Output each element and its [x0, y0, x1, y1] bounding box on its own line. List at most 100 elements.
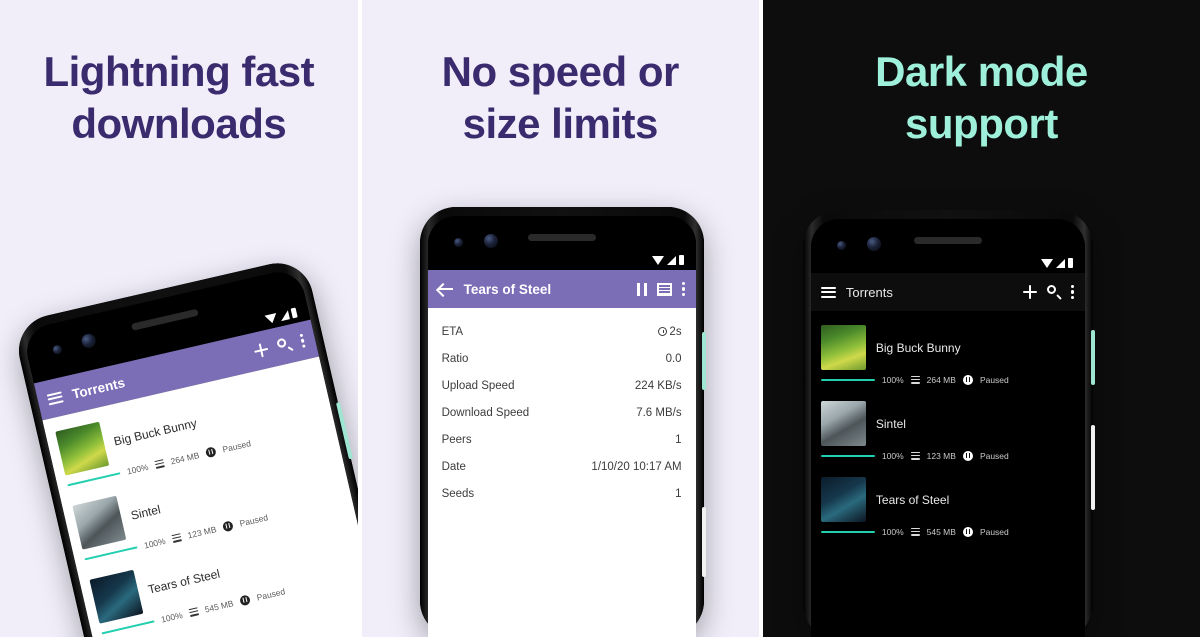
- back-arrow-icon[interactable]: [437, 283, 454, 295]
- panel-lightning-fast-downloads: Lightning fast downloads Torrents Big Bu…: [0, 0, 358, 637]
- battery-icon: [678, 255, 684, 265]
- battery-icon: [1067, 258, 1073, 268]
- power-button[interactable]: [701, 332, 706, 390]
- progress-percent: 100%: [881, 375, 904, 385]
- torrent-meta: 100% 123 MB Paused: [820, 451, 1075, 461]
- progress-bar: [820, 378, 875, 382]
- torrent-meta: 100% 264 MB Paused: [820, 375, 1075, 385]
- progress-bar: [820, 530, 875, 534]
- power-button[interactable]: [1090, 330, 1095, 385]
- cellular-signal-icon: [1055, 259, 1065, 268]
- detail-label: Date: [441, 460, 466, 473]
- progress-percent: 100%: [881, 527, 904, 537]
- search-icon[interactable]: [1046, 285, 1061, 299]
- overflow-menu-icon[interactable]: [681, 281, 686, 297]
- size-icon: [910, 527, 920, 537]
- wifi-icon: [651, 256, 664, 265]
- headline-line-1: No speed or: [441, 48, 680, 95]
- status-bar: [427, 216, 696, 270]
- detail-row-seeds: Seeds 1: [442, 480, 682, 507]
- front-camera-small-icon: [453, 238, 463, 247]
- detail-label: Ratio: [441, 352, 469, 365]
- progress-bar: [101, 620, 155, 635]
- status-badge: Paused: [255, 586, 287, 603]
- phone-screen-dark: Torrents Big Buck Bunny 100% 264 MB Paus…: [810, 219, 1085, 637]
- torrent-thumbnail: [820, 477, 866, 522]
- headline-line-1: Lightning fast: [43, 48, 315, 95]
- size-icon: [910, 375, 920, 385]
- volume-button[interactable]: [1090, 425, 1095, 510]
- hamburger-icon[interactable]: [820, 286, 836, 298]
- plus-icon[interactable]: [1022, 285, 1037, 299]
- list-item[interactable]: Sintel 100% 123 MB Paused: [811, 395, 1085, 471]
- torrent-thumbnail: [72, 495, 127, 550]
- detail-row-upload-speed: Upload Speed 224 KB/s: [442, 372, 682, 399]
- progress-percent: 100%: [125, 461, 150, 477]
- panel-dark-mode-support: Dark mode support Torrents Big Buck Bunn…: [762, 0, 1200, 637]
- progress-bar: [84, 546, 138, 561]
- torrent-size: 264 MB: [926, 375, 956, 385]
- panel-no-speed-or-size-limits: No speed or size limits Tears of Steel E…: [361, 0, 759, 637]
- overflow-menu-icon[interactable]: [299, 332, 306, 348]
- headline-line-1: Dark mode: [875, 48, 1088, 95]
- list-item[interactable]: Tears of Steel 100% 545 MB Paused: [811, 471, 1085, 547]
- torrent-thumbnail: [55, 421, 110, 476]
- size-icon: [188, 606, 199, 618]
- wifi-icon: [1040, 259, 1053, 268]
- pause-icon[interactable]: [636, 282, 647, 296]
- plus-icon[interactable]: [253, 342, 270, 359]
- detail-label: Peers: [441, 433, 472, 446]
- torrent-name: Tears of Steel: [146, 566, 222, 597]
- files-list-icon[interactable]: [656, 282, 672, 296]
- torrent-name: Sintel: [875, 416, 906, 431]
- torrent-thumbnail: [820, 325, 866, 370]
- panel-1-headline: Lightning fast downloads: [0, 46, 358, 150]
- progress-percent: 100%: [881, 451, 904, 461]
- volume-button[interactable]: [701, 507, 706, 577]
- status-badge: Paused: [979, 527, 1009, 537]
- overflow-menu-icon[interactable]: [1070, 284, 1075, 300]
- detail-label: Upload Speed: [441, 379, 515, 392]
- progress-bar: [67, 471, 121, 487]
- detail-value: 224 KB/s: [634, 379, 682, 392]
- torrent-name: Big Buck Bunny: [875, 340, 961, 355]
- torrent-thumbnail: [89, 569, 144, 624]
- earpiece-speaker: [130, 308, 199, 331]
- detail-value: 0.0: [665, 352, 682, 365]
- torrent-size: 545 MB: [203, 598, 235, 615]
- phone-mockup-detail: Tears of Steel ETA 2s Ratio 0.0 Upload S…: [419, 207, 706, 637]
- status-badge: Paused: [979, 451, 1009, 461]
- detail-value: 7.6 MB/s: [636, 406, 682, 419]
- battery-icon: [290, 307, 298, 319]
- hamburger-icon[interactable]: [46, 390, 64, 405]
- paused-status-icon: [962, 527, 973, 537]
- panel-2-headline: No speed or size limits: [362, 46, 759, 150]
- phone-screen-detail: Tears of Steel ETA 2s Ratio 0.0 Upload S…: [427, 216, 696, 637]
- status-bar-icons: [1040, 258, 1073, 268]
- torrent-list-dark: Big Buck Bunny 100% 264 MB Paused Sintel…: [811, 311, 1085, 547]
- size-icon: [910, 451, 920, 461]
- screenshot-stage: Lightning fast downloads Torrents Big Bu…: [0, 0, 1200, 637]
- paused-status-icon: [222, 520, 234, 533]
- detail-label: Seeds: [441, 487, 475, 500]
- search-icon[interactable]: [276, 337, 293, 354]
- paused-status-icon: [962, 451, 973, 461]
- front-camera-large-icon: [80, 332, 98, 350]
- front-camera-small-icon: [836, 241, 846, 250]
- torrent-name: Sintel: [129, 501, 162, 523]
- status-badge: Paused: [238, 512, 269, 529]
- detail-value: 1/10/20 10:17 AM: [591, 460, 682, 473]
- detail-value: 2s: [669, 325, 682, 338]
- detail-row-ratio: Ratio 0.0: [442, 345, 682, 372]
- app-bar-torrents-dark: Torrents: [810, 273, 1085, 311]
- front-camera-large-icon: [483, 234, 498, 248]
- torrent-detail-panel: ETA 2s Ratio 0.0 Upload Speed 224 KB/s D…: [427, 308, 696, 637]
- progress-bar: [820, 454, 875, 458]
- detail-value-group: 2s: [658, 325, 682, 338]
- detail-row-eta: ETA 2s: [442, 318, 682, 345]
- list-item[interactable]: Big Buck Bunny 100% 264 MB Paused: [811, 319, 1085, 395]
- front-camera-small-icon: [51, 344, 63, 356]
- paused-status-icon: [962, 375, 973, 385]
- detail-row-peers: Peers 1: [442, 426, 682, 453]
- size-icon: [154, 458, 165, 470]
